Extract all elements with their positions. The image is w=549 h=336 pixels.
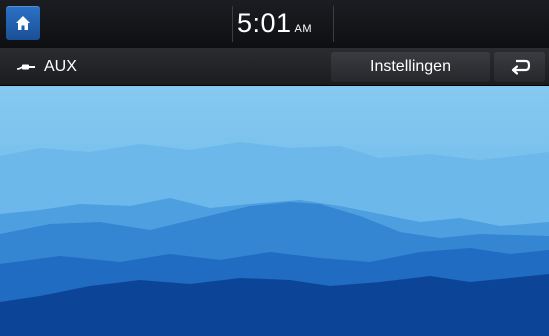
clock: 5:01 AM (0, 8, 549, 39)
source-bar: AUX Instellingen (0, 49, 549, 85)
clock-ampm: AM (294, 23, 313, 35)
aux-cable-icon (16, 64, 35, 70)
settings-label: Instellingen (370, 58, 451, 75)
back-arrow-icon (511, 59, 530, 75)
clock-time: 5:01 (236, 8, 292, 38)
background-landscape (0, 86, 549, 336)
status-bar: 5:01 AM (0, 0, 549, 49)
source-label: AUX (44, 58, 77, 75)
settings-button[interactable]: Instellingen (331, 52, 490, 82)
back-button[interactable] (494, 52, 545, 82)
source-indicator: AUX (16, 49, 77, 85)
